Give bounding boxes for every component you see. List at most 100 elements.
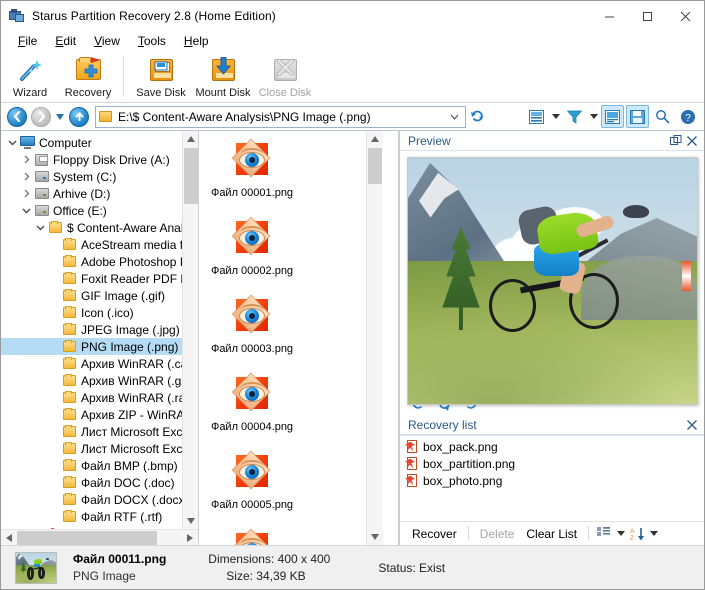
file-item[interactable]: Файл 00004.png [211,371,293,443]
tree-item[interactable]: GIF Image (.gif) [1,287,198,304]
menu-tools[interactable]: Tools [129,32,175,50]
file-vertical-scrollbar[interactable] [366,131,383,545]
recovery-list-item[interactable]: box_photo.png [400,472,704,489]
tree-item-label: $ Content-Aware Analysis [67,220,194,235]
list-view-button[interactable] [594,524,614,544]
recovery-list-item[interactable]: box_partition.png [400,455,704,472]
preview-close-button[interactable] [684,133,700,149]
file-scrollbar-thumb[interactable] [368,148,382,184]
tree-item[interactable]: Arhive (D:) [1,185,198,202]
folder-tree[interactable]: Computer Floppy Disk Drive (A:) System (C:… [1,131,198,545]
tree-scrollbar-thumb[interactable] [184,148,198,204]
recovery-button[interactable]: Recovery [59,54,117,102]
file-item[interactable]: Файл 00001.png [211,137,293,209]
tree-expander-expanded-icon[interactable] [33,223,47,232]
tree-scroll-up-button[interactable] [183,131,198,147]
file-item[interactable]: Файл 00002.png [211,215,293,287]
tree-item[interactable]: AceStream media file (.mp [1,236,198,253]
menu-edit[interactable]: Edit [46,32,85,50]
tree-item[interactable]: Архив ZIP - WinRAR (.zip) [1,406,198,423]
tree-item[interactable]: Computer [1,134,198,151]
tree-item[interactable]: Лист Microsoft Excel (.xlsx) [1,423,198,440]
tree-item[interactable]: Архив WinRAR (.rar) [1,389,198,406]
mount-disk-button[interactable]: Mount Disk [192,54,254,102]
tree-expander-collapsed-icon[interactable] [19,189,33,198]
file-grid[interactable]: Файл 00001.png Файл 00002.png Файл 00003.p… [199,131,366,545]
wizard-label: Wizard [12,87,48,99]
tree-item[interactable]: Office (E:) [1,202,198,219]
recovery-list[interactable]: box_pack.png box_partition.png box_photo.p… [400,435,704,521]
file-scroll-down-button[interactable] [367,529,383,545]
file-item[interactable]: Файл 00003.png [211,293,293,365]
tree-item[interactable]: System (C:) [1,168,198,185]
close-disk-label: Close Disk [258,87,312,99]
address-dropdown-button[interactable] [447,110,462,125]
preview-undock-button[interactable] [668,133,684,149]
back-button[interactable] [5,105,29,129]
preview-title: Preview [408,133,451,148]
tree-scroll-right-button[interactable] [182,530,198,546]
menu-file[interactable]: File [9,32,46,50]
tree-item[interactable]: Архив WinRAR (.cab) [1,355,198,372]
recovered-file-icon [405,473,419,488]
wizard-button[interactable]: Wizard [1,54,59,102]
tree-item[interactable]: Файл DOCX (.docx) [1,491,198,508]
png-image-file-icon [230,138,274,183]
tree-item[interactable]: Icon (.ico) [1,304,198,321]
tree-vertical-scrollbar[interactable] [182,131,198,529]
recovery-list-close-button[interactable] [684,417,700,433]
sort-button[interactable]: A Z [627,524,647,544]
save-button[interactable] [626,105,649,128]
refresh-button[interactable] [466,105,488,129]
tree-item[interactable]: PNG Image (.png) [1,338,198,355]
tree-item[interactable]: Файл RTF (.rtf) [1,508,198,525]
tree-item[interactable]: $ Content-Aware Analysis [1,219,198,236]
view-mode-dropdown[interactable] [549,105,562,128]
menu-help-rest: elp [192,34,209,48]
recover-button[interactable]: Recover [406,525,463,543]
help-button[interactable]: ? [676,105,699,128]
clear-list-button[interactable]: Clear List [520,525,583,543]
file-item[interactable]: Файл 00006.png [211,527,293,545]
menu-view[interactable]: View [85,32,129,50]
tree-expander-expanded-icon[interactable] [5,138,19,147]
list-view-dropdown[interactable] [614,524,627,544]
maximize-button[interactable] [628,1,666,31]
tree-horizontal-scrollbar[interactable] [1,529,198,545]
filter-button[interactable] [563,105,586,128]
up-button[interactable] [67,105,91,129]
recovery-list-item[interactable]: box_pack.png [400,438,704,455]
tree-item[interactable]: JPEG Image (.jpg) [1,321,198,338]
status-state: Status: Exist [378,549,445,587]
history-dropdown-button[interactable] [53,105,67,129]
search-button[interactable] [651,105,674,128]
preview-image[interactable] [406,157,698,405]
tree-item[interactable]: Файл DOC (.doc) [1,474,198,491]
tree-item[interactable]: Архив WinRAR (.gz) [1,372,198,389]
save-disk-button[interactable]: Save Disk [130,54,192,102]
preview-pane-button[interactable] [601,105,624,128]
address-path-box[interactable]: E:\$ Content-Aware Analysis\PNG Image (.… [95,105,466,128]
tree-expander-collapsed-icon[interactable] [19,155,33,164]
filter-dropdown[interactable] [587,105,600,128]
tree-item[interactable]: Adobe Photoshop Image.1 [1,253,198,270]
tree-scroll-down-button[interactable] [183,513,198,529]
tree-item[interactable]: Foxit Reader PDF Documer [1,270,198,287]
close-button[interactable] [666,1,704,31]
minimize-button[interactable] [590,1,628,31]
tree-item[interactable]: Лист Microsoft Excel 97-20 [1,440,198,457]
tree-item-label: Adobe Photoshop Image.1 [81,254,194,269]
toolbar-separator [467,526,469,541]
tree-item[interactable]: Floppy Disk Drive (A:) [1,151,198,168]
file-scroll-up-button[interactable] [367,131,383,147]
file-item[interactable]: Файл 00005.png [211,449,293,521]
tree-scroll-left-button[interactable] [1,530,17,546]
menu-help[interactable]: Help [175,32,218,50]
view-mode-button[interactable] [525,105,548,128]
sort-dropdown[interactable] [647,524,660,544]
tree-hscrollbar-thumb[interactable] [17,530,157,545]
tree-item[interactable]: Файл BMP (.bmp) [1,457,198,474]
tree-expander-collapsed-icon[interactable] [19,172,33,181]
tree-expander-expanded-icon[interactable] [19,206,33,215]
close-disk-icon [269,56,301,84]
